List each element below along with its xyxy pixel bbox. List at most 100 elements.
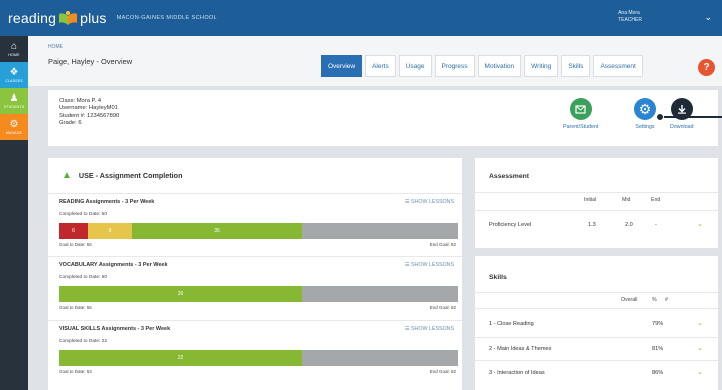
assignment-title: VISUAL SKILLS Assignments - 3 Per Week <box>59 326 171 332</box>
student-username: Username: HayleyM01 <box>59 105 118 112</box>
assignment-completion-panel: ▲ USE - Assignment Completion READING As… <box>48 158 462 390</box>
letter-icon <box>569 98 592 120</box>
nav-item-students[interactable]: ♟ STUDENTS <box>0 88 28 114</box>
breadcrumb[interactable]: HOME <box>48 44 63 50</box>
chevron-down-icon[interactable]: ⌄ <box>704 12 712 23</box>
col-overall: Overall <box>621 297 638 303</box>
tab-alerts[interactable]: Alerts <box>365 55 396 77</box>
gear-icon: ⚙ <box>9 119 19 130</box>
assignment-title: READING Assignments - 3 Per Week <box>59 199 155 205</box>
download-button[interactable]: Download <box>670 98 694 130</box>
nav-item-classes[interactable]: ❖ CLASSES <box>0 62 28 88</box>
show-lessons-label: SHOW LESSONS <box>411 199 454 205</box>
goal-to-date: Goal to Date: 53 <box>59 369 92 374</box>
school-name: MACON-GAINES MIDDLE SCHOOL <box>116 15 218 21</box>
nav-item-manage[interactable]: ⚙ MANAGE <box>0 114 28 140</box>
col-initial: Initial <box>584 197 597 203</box>
assessment-panel: Assessment Initial Mid End Proficiency L… <box>475 158 718 248</box>
gear-icon: ⚙ <box>634 98 656 120</box>
page-title: Paige, Hayley - Overview <box>48 57 133 66</box>
show-lessons-label: SHOW LESSONS <box>411 262 454 268</box>
panel-header: ▲ USE - Assignment Completion <box>48 158 462 194</box>
progress-bar: 22 <box>59 350 458 366</box>
assignment-row: READING Assignments - 3 Per Week ☰ SHOW … <box>48 194 462 257</box>
download-label: Download <box>670 124 694 130</box>
end-goal: End Goal: 82 <box>429 305 456 310</box>
nav-label: CLASSES <box>5 79 23 83</box>
nav-item-home[interactable]: ⌂ HOME <box>0 36 28 62</box>
goal-to-date: Goal to Date: 55 <box>59 242 92 247</box>
tab-progress[interactable]: Progress <box>434 55 475 77</box>
left-nav: ⌂ HOME ❖ CLASSES ♟ STUDENTS ⚙ MANAGE <box>0 36 28 390</box>
show-lessons-link[interactable]: ☰ SHOW LESSONS <box>405 199 454 205</box>
divider <box>475 292 718 293</box>
tab-motivation[interactable]: Motivation <box>477 55 522 77</box>
user-menu[interactable]: Ana Mora TEACHER <box>618 10 642 24</box>
row-label: Proficiency Level <box>489 222 532 228</box>
mid-value: 2.0 <box>625 222 633 228</box>
parent-student-label: Parent/Student <box>563 124 599 130</box>
completed-to-date: Completed to Date: 50 <box>59 212 107 217</box>
tab-assessment[interactable]: Assessment <box>593 55 643 77</box>
skill-percent: 86% <box>652 370 664 376</box>
chevron-down-icon[interactable]: ⌄ <box>697 368 703 376</box>
assessment-title: Assessment <box>489 173 530 180</box>
progress-segment-green: 22 <box>59 350 302 366</box>
callout-line <box>660 116 722 118</box>
chevron-down-icon[interactable]: ⌄ <box>697 344 703 352</box>
divider <box>475 210 718 211</box>
tab-writing[interactable]: Writing <box>524 55 559 77</box>
student-info-panel: Class: Mora P. 4 Username: HayleyM01 Stu… <box>48 90 718 146</box>
page-header: HOME Paige, Hayley - Overview Overview A… <box>28 36 722 86</box>
divider <box>475 308 718 309</box>
parent-student-button[interactable]: Parent/Student <box>563 98 598 130</box>
nav-label: MANAGE <box>5 131 23 135</box>
top-bar: reading plus MACON-GAINES MIDDLE SCHOOL … <box>0 0 722 36</box>
chevron-down-icon[interactable]: ⌄ <box>697 220 703 228</box>
show-lessons-link[interactable]: ☰ SHOW LESSONS <box>405 326 454 332</box>
end-goal: End Goal: 82 <box>429 369 456 374</box>
completed-to-date: Completed to Date: 50 <box>59 275 107 280</box>
panel-title: USE - Assignment Completion <box>78 171 183 180</box>
progress-bar: 6 9 35 <box>59 223 458 239</box>
divider <box>475 337 718 338</box>
assignment-row: VISUAL SKILLS Assignments - 3 Per Week ☰… <box>48 321 462 390</box>
brand-logo[interactable]: reading plus <box>8 10 107 26</box>
user-role: TEACHER <box>618 17 642 23</box>
tab-overview[interactable]: Overview <box>321 55 363 77</box>
help-button[interactable]: ? <box>698 59 715 76</box>
col-percent: % <box>652 297 657 303</box>
tab-bar: Overview Alerts Usage Progress Motivatio… <box>321 55 643 77</box>
progress-segment-green: 26 <box>59 286 302 302</box>
nav-label: HOME <box>8 53 20 57</box>
assignment-row: VOCABULARY Assignments - 3 Per Week ☰ SH… <box>48 257 462 321</box>
progress-bar: 26 <box>59 286 458 302</box>
tab-skills[interactable]: Skills <box>561 55 591 77</box>
row-label: 1 - Close Reading <box>489 321 534 327</box>
brand-name-right: plus <box>80 10 107 26</box>
nav-label: STUDENTS <box>3 105 25 109</box>
show-lessons-label: SHOW LESSONS <box>411 326 454 332</box>
user-name: Ana Mora <box>618 10 640 16</box>
skills-panel: Skills Overall % # 1 - Close Reading 79%… <box>475 256 718 390</box>
divider <box>475 360 718 361</box>
show-lessons-link[interactable]: ☰ SHOW LESSONS <box>405 262 454 268</box>
people-icon: ❖ <box>9 67 19 78</box>
chevron-down-icon[interactable]: ⌄ <box>697 319 703 327</box>
settings-button[interactable]: ⚙ Settings <box>634 98 656 130</box>
student-class: Class: Mora P. 4 <box>59 98 102 104</box>
end-value: - <box>655 222 657 228</box>
col-end: End <box>651 197 661 203</box>
book-logo-icon <box>59 11 78 25</box>
col-mid: Mid <box>622 197 631 203</box>
row-label: 3 - Interaction of Ideas <box>489 370 545 376</box>
tab-usage[interactable]: Usage <box>398 55 432 77</box>
student-number: Student #: 1234567890 <box>59 112 120 119</box>
assignment-title: VOCABULARY Assignments - 3 Per Week <box>59 262 168 268</box>
goal-to-date: Goal to Date: 55 <box>59 305 92 310</box>
use-icon: ▲ <box>62 170 72 181</box>
divider <box>475 192 718 193</box>
settings-label: Settings <box>635 124 655 130</box>
callout-dot <box>656 113 664 121</box>
student-details: Class: Mora P. 4 Username: HayleyM01 Stu… <box>59 98 119 128</box>
